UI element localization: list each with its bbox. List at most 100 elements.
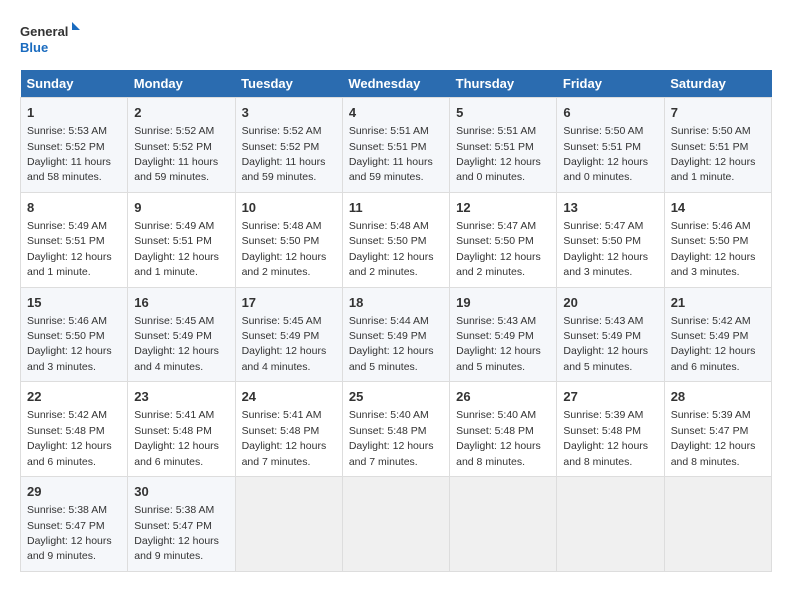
- day-info: Sunrise: 5:48 AM Sunset: 5:50 PM Dayligh…: [349, 220, 434, 278]
- calendar-cell: 1Sunrise: 5:53 AM Sunset: 5:52 PM Daylig…: [21, 98, 128, 193]
- calendar-cell: 18 Sunrise: 5:44 AM Sunset: 5:49 PM Dayli…: [342, 287, 449, 382]
- day-number: 13: [563, 199, 657, 217]
- calendar-cell: 13Sunrise: 5:47 AM Sunset: 5:50 PM Dayli…: [557, 192, 664, 287]
- day-number: 18: [349, 294, 443, 312]
- day-number: 22: [27, 388, 121, 406]
- day-number: 29: [27, 483, 121, 501]
- day-number: 27: [563, 388, 657, 406]
- calendar-cell: 2 Sunrise: 5:52 AM Sunset: 5:52 PM Daylig…: [128, 98, 235, 193]
- weekday-header-monday: Monday: [128, 70, 235, 98]
- calendar-cell: 3 Sunrise: 5:52 AM Sunset: 5:52 PM Daylig…: [235, 98, 342, 193]
- calendar-cell: 8 Sunrise: 5:49 AM Sunset: 5:51 PM Daylig…: [21, 192, 128, 287]
- day-info: Sunrise: 5:39 AM Sunset: 5:47 PM Dayligh…: [671, 409, 756, 467]
- calendar-cell: 30Sunrise: 5:38 AM Sunset: 5:47 PM Dayli…: [128, 477, 235, 572]
- day-number: 4: [349, 104, 443, 122]
- calendar-cell: 24 Sunrise: 5:41 AM Sunset: 5:48 PM Dayli…: [235, 382, 342, 477]
- day-info: Sunrise: 5:41 AM Sunset: 5:48 PM Dayligh…: [242, 409, 327, 467]
- calendar-week-1: 1Sunrise: 5:53 AM Sunset: 5:52 PM Daylig…: [21, 98, 772, 193]
- calendar-week-4: 22 Sunrise: 5:42 AM Sunset: 5:48 PM Dayli…: [21, 382, 772, 477]
- day-info: Sunrise: 5:41 AM Sunset: 5:48 PM Dayligh…: [134, 409, 219, 467]
- day-info: Sunrise: 5:52 AM Sunset: 5:52 PM Dayligh…: [242, 125, 326, 183]
- calendar-cell: 7 Sunrise: 5:50 AM Sunset: 5:51 PM Daylig…: [664, 98, 771, 193]
- calendar-cell: [664, 477, 771, 572]
- calendar-cell: 15 Sunrise: 5:46 AM Sunset: 5:50 PM Dayli…: [21, 287, 128, 382]
- day-info: Sunrise: 5:45 AM Sunset: 5:49 PM Dayligh…: [134, 315, 219, 373]
- weekday-header-saturday: Saturday: [664, 70, 771, 98]
- day-number: 17: [242, 294, 336, 312]
- day-info: Sunrise: 5:48 AM Sunset: 5:50 PM Dayligh…: [242, 220, 327, 278]
- day-info: Sunrise: 5:38 AM Sunset: 5:47 PM Dayligh…: [27, 504, 112, 562]
- day-info: Sunrise: 5:42 AM Sunset: 5:49 PM Dayligh…: [671, 315, 756, 373]
- calendar-cell: 16 Sunrise: 5:45 AM Sunset: 5:49 PM Dayli…: [128, 287, 235, 382]
- day-info: Sunrise: 5:52 AM Sunset: 5:52 PM Dayligh…: [134, 125, 218, 183]
- calendar-cell: 29 Sunrise: 5:38 AM Sunset: 5:47 PM Dayli…: [21, 477, 128, 572]
- day-number: 10: [242, 199, 336, 217]
- day-info: Sunrise: 5:49 AM Sunset: 5:51 PM Dayligh…: [134, 220, 219, 278]
- calendar-cell: 22 Sunrise: 5:42 AM Sunset: 5:48 PM Dayli…: [21, 382, 128, 477]
- day-info: Sunrise: 5:53 AM Sunset: 5:52 PM Dayligh…: [27, 125, 111, 183]
- day-info: Sunrise: 5:38 AM Sunset: 5:47 PM Dayligh…: [134, 504, 219, 562]
- calendar-cell: [557, 477, 664, 572]
- day-number: 14: [671, 199, 765, 217]
- svg-text:Blue: Blue: [20, 40, 48, 55]
- day-info: Sunrise: 5:51 AM Sunset: 5:51 PM Dayligh…: [349, 125, 433, 183]
- day-number: 5: [456, 104, 550, 122]
- day-number: 15: [27, 294, 121, 312]
- calendar-cell: [235, 477, 342, 572]
- weekday-header-friday: Friday: [557, 70, 664, 98]
- calendar-cell: 26 Sunrise: 5:40 AM Sunset: 5:48 PM Dayli…: [450, 382, 557, 477]
- logo: General Blue: [20, 20, 80, 60]
- day-info: Sunrise: 5:42 AM Sunset: 5:48 PM Dayligh…: [27, 409, 112, 467]
- weekday-header-wednesday: Wednesday: [342, 70, 449, 98]
- day-number: 8: [27, 199, 121, 217]
- calendar-cell: 12Sunrise: 5:47 AM Sunset: 5:50 PM Dayli…: [450, 192, 557, 287]
- day-number: 6: [563, 104, 657, 122]
- day-info: Sunrise: 5:44 AM Sunset: 5:49 PM Dayligh…: [349, 315, 434, 373]
- day-number: 25: [349, 388, 443, 406]
- weekday-header-thursday: Thursday: [450, 70, 557, 98]
- day-number: 19: [456, 294, 550, 312]
- day-info: Sunrise: 5:43 AM Sunset: 5:49 PM Dayligh…: [456, 315, 541, 373]
- calendar-week-2: 8 Sunrise: 5:49 AM Sunset: 5:51 PM Daylig…: [21, 192, 772, 287]
- day-info: Sunrise: 5:50 AM Sunset: 5:51 PM Dayligh…: [563, 125, 648, 183]
- day-info: Sunrise: 5:45 AM Sunset: 5:49 PM Dayligh…: [242, 315, 327, 373]
- day-number: 26: [456, 388, 550, 406]
- day-info: Sunrise: 5:49 AM Sunset: 5:51 PM Dayligh…: [27, 220, 112, 278]
- calendar-cell: [450, 477, 557, 572]
- day-number: 23: [134, 388, 228, 406]
- day-number: 24: [242, 388, 336, 406]
- day-number: 20: [563, 294, 657, 312]
- calendar-cell: 4 Sunrise: 5:51 AM Sunset: 5:51 PM Daylig…: [342, 98, 449, 193]
- day-number: 2: [134, 104, 228, 122]
- calendar-cell: 6 Sunrise: 5:50 AM Sunset: 5:51 PM Daylig…: [557, 98, 664, 193]
- calendar-cell: 21Sunrise: 5:42 AM Sunset: 5:49 PM Dayli…: [664, 287, 771, 382]
- calendar-cell: 27 Sunrise: 5:39 AM Sunset: 5:48 PM Dayli…: [557, 382, 664, 477]
- logo-svg: General Blue: [20, 20, 80, 60]
- day-number: 16: [134, 294, 228, 312]
- calendar-cell: 20Sunrise: 5:43 AM Sunset: 5:49 PM Dayli…: [557, 287, 664, 382]
- day-info: Sunrise: 5:51 AM Sunset: 5:51 PM Dayligh…: [456, 125, 541, 183]
- day-number: 9: [134, 199, 228, 217]
- page-header: General Blue: [20, 20, 772, 60]
- calendar-cell: 9 Sunrise: 5:49 AM Sunset: 5:51 PM Daylig…: [128, 192, 235, 287]
- calendar-cell: 28Sunrise: 5:39 AM Sunset: 5:47 PM Dayli…: [664, 382, 771, 477]
- day-info: Sunrise: 5:46 AM Sunset: 5:50 PM Dayligh…: [27, 315, 112, 373]
- day-info: Sunrise: 5:50 AM Sunset: 5:51 PM Dayligh…: [671, 125, 756, 183]
- day-number: 7: [671, 104, 765, 122]
- day-number: 3: [242, 104, 336, 122]
- day-info: Sunrise: 5:39 AM Sunset: 5:48 PM Dayligh…: [563, 409, 648, 467]
- day-info: Sunrise: 5:40 AM Sunset: 5:48 PM Dayligh…: [349, 409, 434, 467]
- calendar-week-5: 29 Sunrise: 5:38 AM Sunset: 5:47 PM Dayli…: [21, 477, 772, 572]
- calendar-cell: 23 Sunrise: 5:41 AM Sunset: 5:48 PM Dayli…: [128, 382, 235, 477]
- day-info: Sunrise: 5:47 AM Sunset: 5:50 PM Dayligh…: [456, 220, 541, 278]
- weekday-header-tuesday: Tuesday: [235, 70, 342, 98]
- day-info: Sunrise: 5:46 AM Sunset: 5:50 PM Dayligh…: [671, 220, 756, 278]
- day-number: 11: [349, 199, 443, 217]
- calendar-cell: 11 Sunrise: 5:48 AM Sunset: 5:50 PM Dayli…: [342, 192, 449, 287]
- calendar-cell: 10 Sunrise: 5:48 AM Sunset: 5:50 PM Dayli…: [235, 192, 342, 287]
- calendar-cell: 14 Sunrise: 5:46 AM Sunset: 5:50 PM Dayli…: [664, 192, 771, 287]
- calendar-cell: 25 Sunrise: 5:40 AM Sunset: 5:48 PM Dayli…: [342, 382, 449, 477]
- weekday-header-sunday: Sunday: [21, 70, 128, 98]
- day-info: Sunrise: 5:40 AM Sunset: 5:48 PM Dayligh…: [456, 409, 541, 467]
- calendar-cell: 19 Sunrise: 5:43 AM Sunset: 5:49 PM Dayli…: [450, 287, 557, 382]
